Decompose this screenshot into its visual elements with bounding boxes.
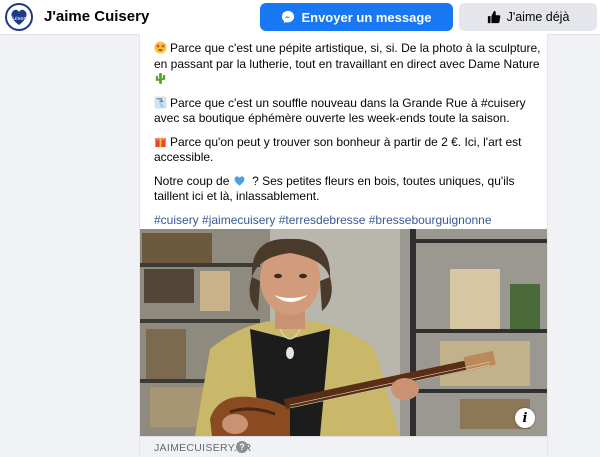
info-icon[interactable]: i xyxy=(515,408,535,428)
post-paragraph-3: Parce qu'on peut y trouver son bonheur à… xyxy=(154,134,522,165)
post-paragraph-2: Parce que c'est un souffle nouveau dans … xyxy=(154,95,526,126)
page-avatar[interactable]: Cuisery xyxy=(5,3,33,31)
post-paragraph-1: Parce que c'est une pépite artistique, s… xyxy=(154,41,544,88)
svg-text:Cuisery: Cuisery xyxy=(10,16,29,22)
cactus-emoji xyxy=(155,72,166,85)
cuisery-logo: Cuisery xyxy=(10,9,29,25)
post-photo[interactable]: i xyxy=(140,229,547,436)
post-hashtags[interactable]: #cuisery #jaimecuisery #terresdebresse #… xyxy=(154,213,544,229)
post-text: Parce que c'est une pépite artistique, s… xyxy=(154,41,544,236)
link-preview[interactable]: JAIMECUISERY.FR ? xyxy=(140,436,547,457)
help-icon[interactable]: ? xyxy=(236,441,248,453)
blue-heart-emoji xyxy=(234,175,245,186)
page-name[interactable]: J'aime Cuisery xyxy=(44,8,149,25)
gift-emoji xyxy=(154,136,167,147)
post-paragraph-4: Notre coup de ? Ses petites fleurs en bo… xyxy=(154,173,515,204)
liked-button[interactable]: J'aime déjà xyxy=(459,3,597,31)
star-struck-emoji xyxy=(154,41,167,54)
post-card: Parce que c'est une pépite artistique, s… xyxy=(139,34,548,457)
shower-emoji xyxy=(154,95,167,109)
thumbs-up-icon xyxy=(487,10,500,24)
send-message-button[interactable]: Envoyer un message xyxy=(260,3,453,31)
messenger-icon xyxy=(282,10,295,24)
page-header: Cuisery J'aime Cuisery Envoyer un messag… xyxy=(0,0,600,35)
artist-photo xyxy=(140,229,547,436)
send-message-label: Envoyer un message xyxy=(301,9,432,25)
liked-label: J'aime déjà xyxy=(506,10,570,24)
